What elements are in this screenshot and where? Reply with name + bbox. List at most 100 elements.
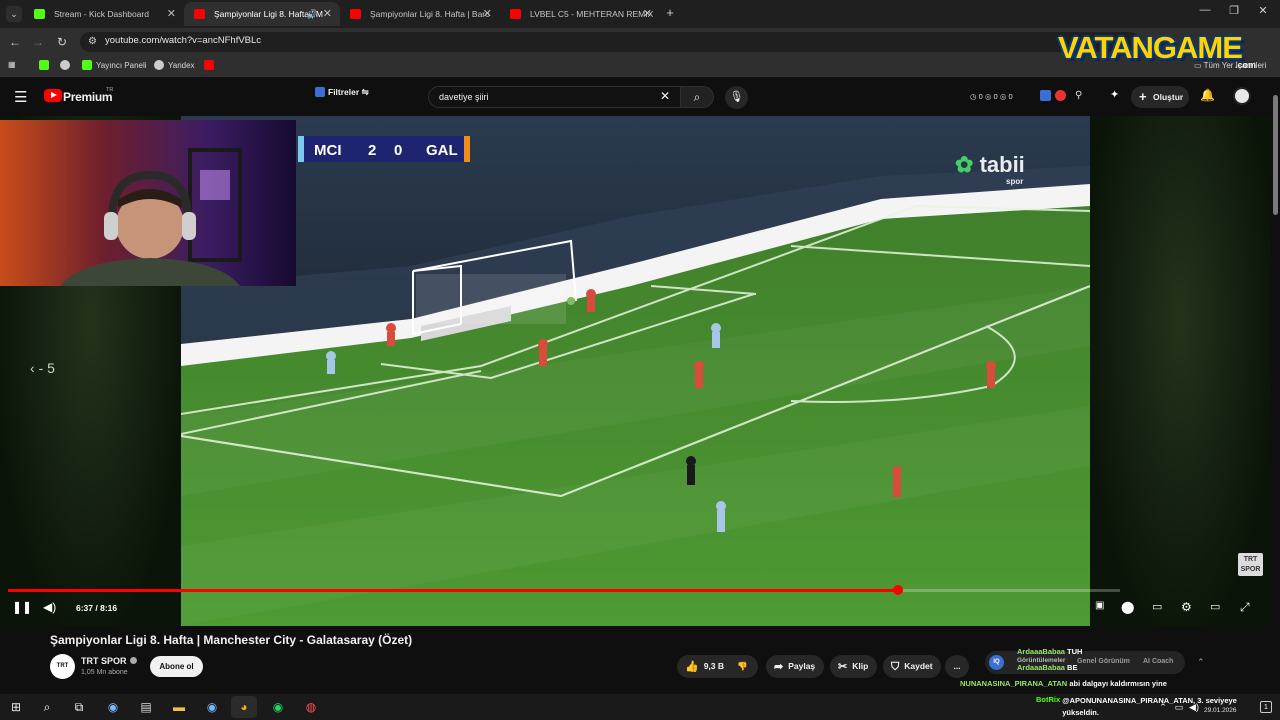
save-label: Kaydet <box>904 661 933 671</box>
progress-scrubber-handle[interactable] <box>892 585 903 595</box>
voice-search-button[interactable]: 🎙 <box>725 86 748 109</box>
close-tab-icon[interactable]: ✕ <box>643 2 652 26</box>
miniplayer-icon[interactable]: ▭ <box>1210 600 1220 613</box>
chrome-icon[interactable]: ◕ <box>231 696 257 718</box>
close-tab-icon[interactable]: ✕ <box>483 2 492 26</box>
scoreboard: MCI 2 0 GAL <box>298 136 470 162</box>
account-avatar[interactable] <box>1233 87 1251 105</box>
watermark-text: VATANGAME <box>1058 30 1243 65</box>
bookmark-youtube[interactable] <box>204 60 218 70</box>
store-icon[interactable]: ▤ <box>138 699 154 715</box>
close-window-button[interactable]: ✕ <box>1253 4 1273 17</box>
share-button[interactable]: ➦ Paylaş <box>766 655 824 678</box>
filters-button[interactable]: Filtreler ⇋ <box>315 87 369 98</box>
steam-icon[interactable]: ◉ <box>105 699 121 715</box>
create-button[interactable]: Oluştur <box>1131 86 1189 108</box>
progress-played <box>8 589 898 592</box>
youtube-premium-logo[interactable]: Premium <box>63 90 113 104</box>
clip-label: Klip <box>852 661 869 671</box>
iq-extension-icon[interactable]: ▣ <box>1095 600 1104 611</box>
globe-icon <box>154 60 164 70</box>
extension-iq-icon[interactable] <box>1040 90 1051 101</box>
youtube-logo-icon[interactable] <box>44 89 62 102</box>
home-team-code: MCI <box>314 142 342 159</box>
tab-youtube-mehteran[interactable]: LVBEL C5 - MEHTERAN REMIX ✕ <box>500 2 660 26</box>
seek-back-indicator[interactable]: ‹ - 5 <box>30 360 55 376</box>
task-view-icon[interactable]: ⧉ <box>71 699 87 715</box>
search-input[interactable] <box>439 89 659 105</box>
restore-button[interactable]: ❐ <box>1224 4 1244 17</box>
spotify-icon[interactable]: ◉ <box>270 699 286 715</box>
ext-count: 0 <box>978 92 983 101</box>
clip-button[interactable]: ✂ Klip <box>830 655 877 678</box>
speaker-icon[interactable]: 🔊 <box>307 2 318 26</box>
seek-back-label: - 5 <box>38 360 55 376</box>
subscribe-button[interactable]: Abone ol <box>150 656 203 677</box>
save-button[interactable]: ⛉ Kaydet <box>883 655 941 678</box>
kick-favicon-icon <box>34 9 45 19</box>
scrollbar-thumb[interactable] <box>1273 95 1278 215</box>
close-tab-icon[interactable]: ✕ <box>323 2 332 26</box>
notification-count: 1 <box>1264 704 1268 711</box>
file-explorer-icon[interactable]: ▬ <box>171 699 187 715</box>
chat-message: NUNANASINA_PIRANA_ATAN abi dalgayı kaldı… <box>960 679 1167 688</box>
fullscreen-icon[interactable]: ⤢ <box>1240 600 1250 615</box>
apps-grid-icon[interactable]: ▦ <box>8 60 16 69</box>
extension-person-icon[interactable]: ⚲ <box>1075 90 1086 101</box>
bookmark-yandex[interactable]: Yandex <box>154 60 195 70</box>
bookmark-yayinci-paneli[interactable]: Yayıncı Paneli <box>82 60 147 70</box>
page-scrollbar[interactable] <box>1271 77 1280 694</box>
tab-search-button[interactable]: ⌄ <box>6 6 22 22</box>
chat-message-bot: BotRix @APONUNANASINA_PIRANA_ATAN, 3. se… <box>1036 695 1252 719</box>
forward-arrow-icon[interactable]: → <box>29 33 47 51</box>
tab-youtube-barcelona[interactable]: Şampiyonlar Ligi 8. Hafta | Barc ✕ <box>340 2 500 26</box>
settings-gear-icon[interactable]: ⚙ <box>1181 600 1192 614</box>
subtitles-icon[interactable]: ▭ <box>1152 600 1162 613</box>
broadcaster-sub: spor <box>1006 177 1024 186</box>
progress-bar[interactable] <box>8 585 1120 595</box>
bookmark-globe[interactable] <box>60 60 74 70</box>
like-count: 9,3 B <box>703 661 725 671</box>
tab-youtube-active[interactable]: Şampiyonlar Ligi 8. Hafta | M 🔊 ✕ <box>184 2 340 26</box>
back-arrow-icon[interactable]: ← <box>6 33 24 51</box>
verified-badge-icon <box>129 657 137 664</box>
search-button[interactable]: ⌕ <box>680 86 714 108</box>
video-title: Şampiyonlar Ligi 8. Hafta | Manchester C… <box>50 633 413 647</box>
steam-app-icon[interactable]: ◉ <box>204 699 220 715</box>
channel-avatar[interactable]: TRT <box>50 654 75 679</box>
share-arrow-icon: ➦ <box>774 661 784 673</box>
extension-puzzle-icon[interactable]: ✦ <box>1110 90 1121 101</box>
tab-kick-dashboard[interactable]: Stream - Kick Dashboard ✕ <box>24 2 184 26</box>
omnibox[interactable]: ⚙ youtube.com/watch?v=ancNFhfVBLc <box>80 32 1140 52</box>
like-dislike-group: 👍 9,3 B 👎 <box>677 655 758 678</box>
minimize-button[interactable]: — <box>1195 4 1215 16</box>
windows-start-icon[interactable]: ⊞ <box>8 699 24 715</box>
clear-search-icon[interactable]: ✕ <box>660 89 670 103</box>
video-player[interactable]: MCI 2 0 GAL ✿ tabii spor ‹ - 5 TRT SPOR ❚… <box>0 116 1271 626</box>
mic-icon: 🎙 <box>729 91 744 103</box>
autoplay-toggle[interactable]: ⬤ <box>1121 600 1134 614</box>
site-info-icon[interactable]: ⚙ <box>88 36 97 47</box>
chat-message: ArdaaaBabaa BE <box>1017 663 1077 672</box>
obs-icon[interactable]: ◍ <box>303 699 319 715</box>
close-tab-icon[interactable]: ✕ <box>167 2 176 26</box>
scissors-icon: ✂ <box>838 661 848 673</box>
bookmark-label: Yandex <box>168 61 195 70</box>
tab-title: LVBEL C5 - MEHTERAN REMIX <box>530 9 654 19</box>
reload-icon[interactable]: ↻ <box>53 33 71 51</box>
volume-icon[interactable]: ◀) <box>43 600 56 614</box>
channel-name[interactable]: TRT SPOR <box>81 656 137 666</box>
menu-icon[interactable]: ☰ <box>14 88 27 106</box>
all-bookmarks-button[interactable]: ▭ Tüm Yer İşaretleri <box>1194 61 1266 70</box>
notifications-bell-icon[interactable]: 🔔 <box>1200 88 1215 102</box>
notification-center-icon[interactable]: 1 <box>1260 701 1272 713</box>
bookmark-kick[interactable] <box>39 60 53 70</box>
like-button[interactable]: 👍 9,3 B <box>685 661 725 673</box>
youtube-favicon-icon <box>350 9 361 19</box>
extension-red-icon[interactable] <box>1055 90 1066 101</box>
search-icon[interactable]: ⌕ <box>39 699 55 715</box>
extension-stats[interactable]: ◷ 0 ◎ 0 ◎ 0 <box>970 92 1013 101</box>
new-tab-button[interactable]: + <box>660 5 680 20</box>
thumbs-down-icon[interactable]: 👎 <box>737 655 748 678</box>
pause-icon[interactable]: ❚❚ <box>12 600 32 614</box>
